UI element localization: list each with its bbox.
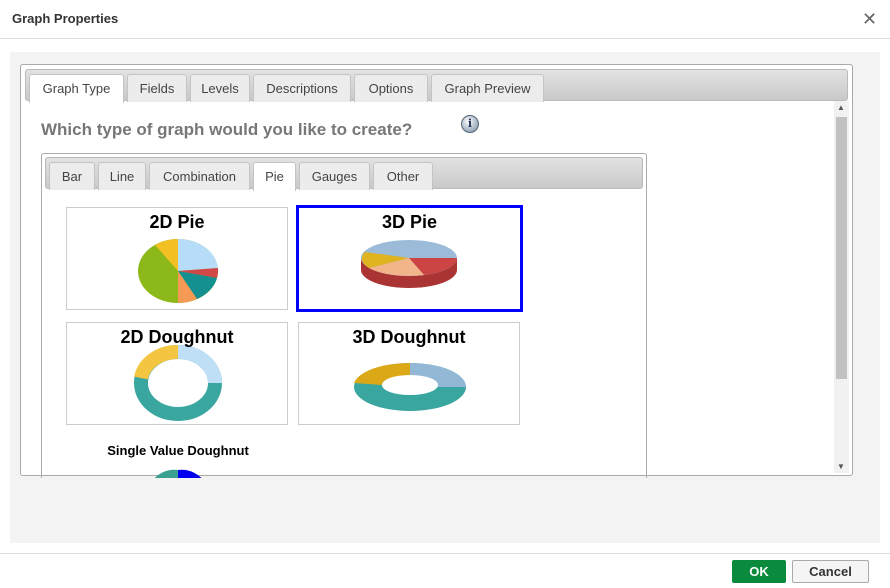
option-single-value-doughnut[interactable]: Single Value Doughnut	[78, 443, 278, 458]
option-title: 2D Pie	[149, 212, 205, 232]
scroll-up-icon[interactable]: ▲	[837, 103, 845, 112]
scroll-thumb[interactable]	[836, 117, 847, 379]
option-2d-pie[interactable]: 2D Pie	[66, 207, 288, 310]
option-title: 3D Doughnut	[352, 327, 466, 347]
info-icon[interactable]: i	[461, 115, 479, 133]
scroll-down-icon[interactable]: ▼	[837, 462, 845, 471]
graph-tab-pie[interactable]: Pie	[253, 162, 296, 191]
single-value-doughnut-thumbnail	[154, 469, 202, 478]
tab-graph-preview[interactable]: Graph Preview	[431, 74, 544, 102]
scrollbar[interactable]: ▲ ▼	[834, 101, 849, 473]
option-title: 3D Pie	[381, 212, 438, 232]
dialog-footer: OK Cancel	[0, 553, 890, 588]
graph-tab-line[interactable]: Line	[98, 162, 146, 190]
question-heading: Which type of graph would you like to cr…	[41, 120, 413, 139]
tab-fields[interactable]: Fields	[127, 74, 187, 102]
tab-graph-type[interactable]: Graph Type	[29, 74, 124, 103]
option-2d-doughnut[interactable]: 2D Doughnut	[66, 322, 288, 425]
option-3d-pie[interactable]: 3D Pie	[296, 205, 523, 312]
dialog-title: Graph Properties	[12, 11, 119, 26]
dialog-header: Graph Properties ✕	[0, 0, 890, 39]
graph-tab-other[interactable]: Other	[373, 162, 433, 190]
graph-tab-combination[interactable]: Combination	[149, 162, 250, 190]
tab-descriptions[interactable]: Descriptions	[253, 74, 351, 102]
option-title: 2D Doughnut	[120, 327, 234, 347]
graph-type-panel: Bar Line Combination Pie Gauges Other 2D…	[41, 153, 647, 478]
main-panel: Graph Type Fields Levels Descriptions Op…	[20, 64, 853, 478]
tab-options[interactable]: Options	[354, 74, 428, 102]
graph-tab-gauges[interactable]: Gauges	[299, 162, 370, 190]
cancel-button[interactable]: Cancel	[792, 560, 869, 583]
graph-tab-bar-chart[interactable]: Bar	[49, 162, 95, 190]
tab-bar: Graph Type Fields Levels Descriptions Op…	[25, 69, 848, 103]
close-icon[interactable]: ✕	[862, 9, 877, 30]
graph-tab-bar: Bar Line Combination Pie Gauges Other	[45, 157, 643, 191]
option-3d-doughnut[interactable]: 3D Doughnut	[298, 322, 520, 425]
ok-button[interactable]: OK	[732, 560, 786, 583]
tab-levels[interactable]: Levels	[190, 74, 250, 102]
